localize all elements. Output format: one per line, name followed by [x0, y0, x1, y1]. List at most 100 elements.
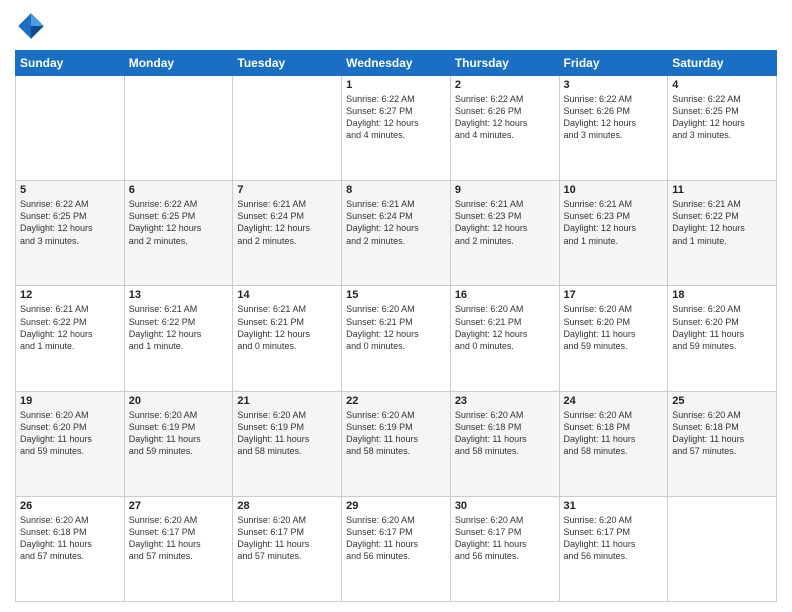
day-info: Sunrise: 6:22 AM Sunset: 6:27 PM Dayligh…: [346, 93, 446, 142]
day-info: Sunrise: 6:21 AM Sunset: 6:24 PM Dayligh…: [237, 198, 337, 247]
day-info: Sunrise: 6:20 AM Sunset: 6:17 PM Dayligh…: [237, 514, 337, 563]
day-number: 25: [672, 395, 772, 407]
calendar-cell: 18 Sunrise: 6:20 AM Sunset: 6:20 PM Dayli…: [668, 286, 777, 391]
calendar-cell: 4Sunrise: 6:22 AM Sunset: 6:25 PM Daylig…: [668, 76, 777, 181]
day-number: 10: [564, 184, 664, 196]
calendar-cell: 21Sunrise: 6:20 AM Sunset: 6:19 PM Dayli…: [233, 391, 342, 496]
calendar-cell: [668, 496, 777, 601]
day-number: 12: [20, 289, 120, 301]
day-number: 28: [237, 500, 337, 512]
day-number: 20: [129, 395, 229, 407]
day-info: Sunrise: 6:20 AM Sunset: 6:19 PM Dayligh…: [346, 409, 446, 458]
calendar-cell: 31 Sunrise: 6:20 AM Sunset: 6:17 PM Dayli…: [559, 496, 668, 601]
calendar-table: SundayMondayTuesdayWednesdayThursdayFrid…: [15, 50, 777, 602]
calendar-week-row: 5 Sunrise: 6:22 AM Sunset: 6:25 PM Daylig…: [16, 181, 777, 286]
day-info: Sunrise: 6:20 AM Sunset: 6:18 PM Dayligh…: [455, 409, 555, 458]
day-info: Sunrise: 6:20 AM Sunset: 6:17 PM Dayligh…: [564, 514, 664, 563]
logo: [15, 10, 51, 42]
day-number: 17: [564, 289, 664, 301]
calendar-week-row: 19 Sunrise: 6:20 AM Sunset: 6:20 PM Dayli…: [16, 391, 777, 496]
calendar-cell: 24 Sunrise: 6:20 AM Sunset: 6:18 PM Dayli…: [559, 391, 668, 496]
day-number: 1: [346, 79, 446, 91]
day-number: 26: [20, 500, 120, 512]
day-number: 16: [455, 289, 555, 301]
calendar-cell: [16, 76, 125, 181]
day-number: 27: [129, 500, 229, 512]
calendar-cell: 9Sunrise: 6:21 AM Sunset: 6:23 PM Daylig…: [450, 181, 559, 286]
day-info: Sunrise: 6:21 AM Sunset: 6:21 PM Dayligh…: [237, 303, 337, 352]
page: SundayMondayTuesdayWednesdayThursdayFrid…: [0, 0, 792, 612]
logo-icon: [15, 10, 47, 42]
day-info: Sunrise: 6:22 AM Sunset: 6:25 PM Dayligh…: [20, 198, 120, 247]
calendar-cell: 10 Sunrise: 6:21 AM Sunset: 6:23 PM Dayli…: [559, 181, 668, 286]
calendar-cell: 15Sunrise: 6:20 AM Sunset: 6:21 PM Dayli…: [342, 286, 451, 391]
day-number: 15: [346, 289, 446, 301]
calendar-cell: 17 Sunrise: 6:20 AM Sunset: 6:20 PM Dayli…: [559, 286, 668, 391]
day-info: Sunrise: 6:20 AM Sunset: 6:17 PM Dayligh…: [455, 514, 555, 563]
day-number: 5: [20, 184, 120, 196]
day-number: 18: [672, 289, 772, 301]
day-number: 3: [564, 79, 664, 91]
day-info: Sunrise: 6:20 AM Sunset: 6:20 PM Dayligh…: [672, 303, 772, 352]
calendar-header-row: SundayMondayTuesdayWednesdayThursdayFrid…: [16, 51, 777, 76]
calendar-header-day: Sunday: [16, 51, 125, 76]
day-info: Sunrise: 6:20 AM Sunset: 6:21 PM Dayligh…: [455, 303, 555, 352]
day-info: Sunrise: 6:20 AM Sunset: 6:17 PM Dayligh…: [129, 514, 229, 563]
calendar-cell: 3 Sunrise: 6:22 AM Sunset: 6:26 PM Daylig…: [559, 76, 668, 181]
day-number: 13: [129, 289, 229, 301]
calendar-cell: 6 Sunrise: 6:22 AM Sunset: 6:25 PM Daylig…: [124, 181, 233, 286]
calendar-cell: 22 Sunrise: 6:20 AM Sunset: 6:19 PM Dayli…: [342, 391, 451, 496]
calendar-cell: 14 Sunrise: 6:21 AM Sunset: 6:21 PM Dayli…: [233, 286, 342, 391]
day-info: Sunrise: 6:20 AM Sunset: 6:17 PM Dayligh…: [346, 514, 446, 563]
calendar-cell: 25Sunrise: 6:20 AM Sunset: 6:18 PM Dayli…: [668, 391, 777, 496]
calendar-cell: 2 Sunrise: 6:22 AM Sunset: 6:26 PM Daylig…: [450, 76, 559, 181]
day-number: 2: [455, 79, 555, 91]
day-number: 11: [672, 184, 772, 196]
day-number: 7: [237, 184, 337, 196]
day-info: Sunrise: 6:21 AM Sunset: 6:22 PM Dayligh…: [672, 198, 772, 247]
calendar-cell: 27 Sunrise: 6:20 AM Sunset: 6:17 PM Dayli…: [124, 496, 233, 601]
calendar-header-day: Monday: [124, 51, 233, 76]
day-info: Sunrise: 6:22 AM Sunset: 6:25 PM Dayligh…: [129, 198, 229, 247]
calendar-cell: 23Sunrise: 6:20 AM Sunset: 6:18 PM Dayli…: [450, 391, 559, 496]
day-number: 31: [564, 500, 664, 512]
day-info: Sunrise: 6:20 AM Sunset: 6:18 PM Dayligh…: [20, 514, 120, 563]
calendar-header-day: Tuesday: [233, 51, 342, 76]
calendar-cell: 16 Sunrise: 6:20 AM Sunset: 6:21 PM Dayli…: [450, 286, 559, 391]
header: [15, 10, 777, 42]
calendar-cell: 11 Sunrise: 6:21 AM Sunset: 6:22 PM Dayli…: [668, 181, 777, 286]
calendar-cell: 12 Sunrise: 6:21 AM Sunset: 6:22 PM Dayli…: [16, 286, 125, 391]
calendar-cell: 5 Sunrise: 6:22 AM Sunset: 6:25 PM Daylig…: [16, 181, 125, 286]
day-info: Sunrise: 6:21 AM Sunset: 6:24 PM Dayligh…: [346, 198, 446, 247]
day-info: Sunrise: 6:20 AM Sunset: 6:20 PM Dayligh…: [564, 303, 664, 352]
calendar-week-row: 1 Sunrise: 6:22 AM Sunset: 6:27 PM Daylig…: [16, 76, 777, 181]
day-info: Sunrise: 6:21 AM Sunset: 6:23 PM Dayligh…: [564, 198, 664, 247]
day-info: Sunrise: 6:22 AM Sunset: 6:26 PM Dayligh…: [455, 93, 555, 142]
day-info: Sunrise: 6:22 AM Sunset: 6:26 PM Dayligh…: [564, 93, 664, 142]
day-number: 14: [237, 289, 337, 301]
calendar-cell: 29 Sunrise: 6:20 AM Sunset: 6:17 PM Dayli…: [342, 496, 451, 601]
calendar-cell: [124, 76, 233, 181]
day-info: Sunrise: 6:20 AM Sunset: 6:20 PM Dayligh…: [20, 409, 120, 458]
calendar-cell: 26 Sunrise: 6:20 AM Sunset: 6:18 PM Dayli…: [16, 496, 125, 601]
day-number: 24: [564, 395, 664, 407]
calendar-cell: 8 Sunrise: 6:21 AM Sunset: 6:24 PM Daylig…: [342, 181, 451, 286]
calendar-cell: 28 Sunrise: 6:20 AM Sunset: 6:17 PM Dayli…: [233, 496, 342, 601]
calendar-cell: 30Sunrise: 6:20 AM Sunset: 6:17 PM Dayli…: [450, 496, 559, 601]
day-number: 6: [129, 184, 229, 196]
calendar-header-day: Thursday: [450, 51, 559, 76]
calendar-cell: 13Sunrise: 6:21 AM Sunset: 6:22 PM Dayli…: [124, 286, 233, 391]
day-number: 8: [346, 184, 446, 196]
day-info: Sunrise: 6:20 AM Sunset: 6:18 PM Dayligh…: [564, 409, 664, 458]
calendar-cell: [233, 76, 342, 181]
day-number: 19: [20, 395, 120, 407]
day-number: 22: [346, 395, 446, 407]
day-number: 29: [346, 500, 446, 512]
day-info: Sunrise: 6:22 AM Sunset: 6:25 PM Dayligh…: [672, 93, 772, 142]
calendar-header-day: Wednesday: [342, 51, 451, 76]
calendar-header-day: Saturday: [668, 51, 777, 76]
day-info: Sunrise: 6:21 AM Sunset: 6:22 PM Dayligh…: [20, 303, 120, 352]
calendar-week-row: 26 Sunrise: 6:20 AM Sunset: 6:18 PM Dayli…: [16, 496, 777, 601]
calendar-cell: 1 Sunrise: 6:22 AM Sunset: 6:27 PM Daylig…: [342, 76, 451, 181]
day-number: 21: [237, 395, 337, 407]
